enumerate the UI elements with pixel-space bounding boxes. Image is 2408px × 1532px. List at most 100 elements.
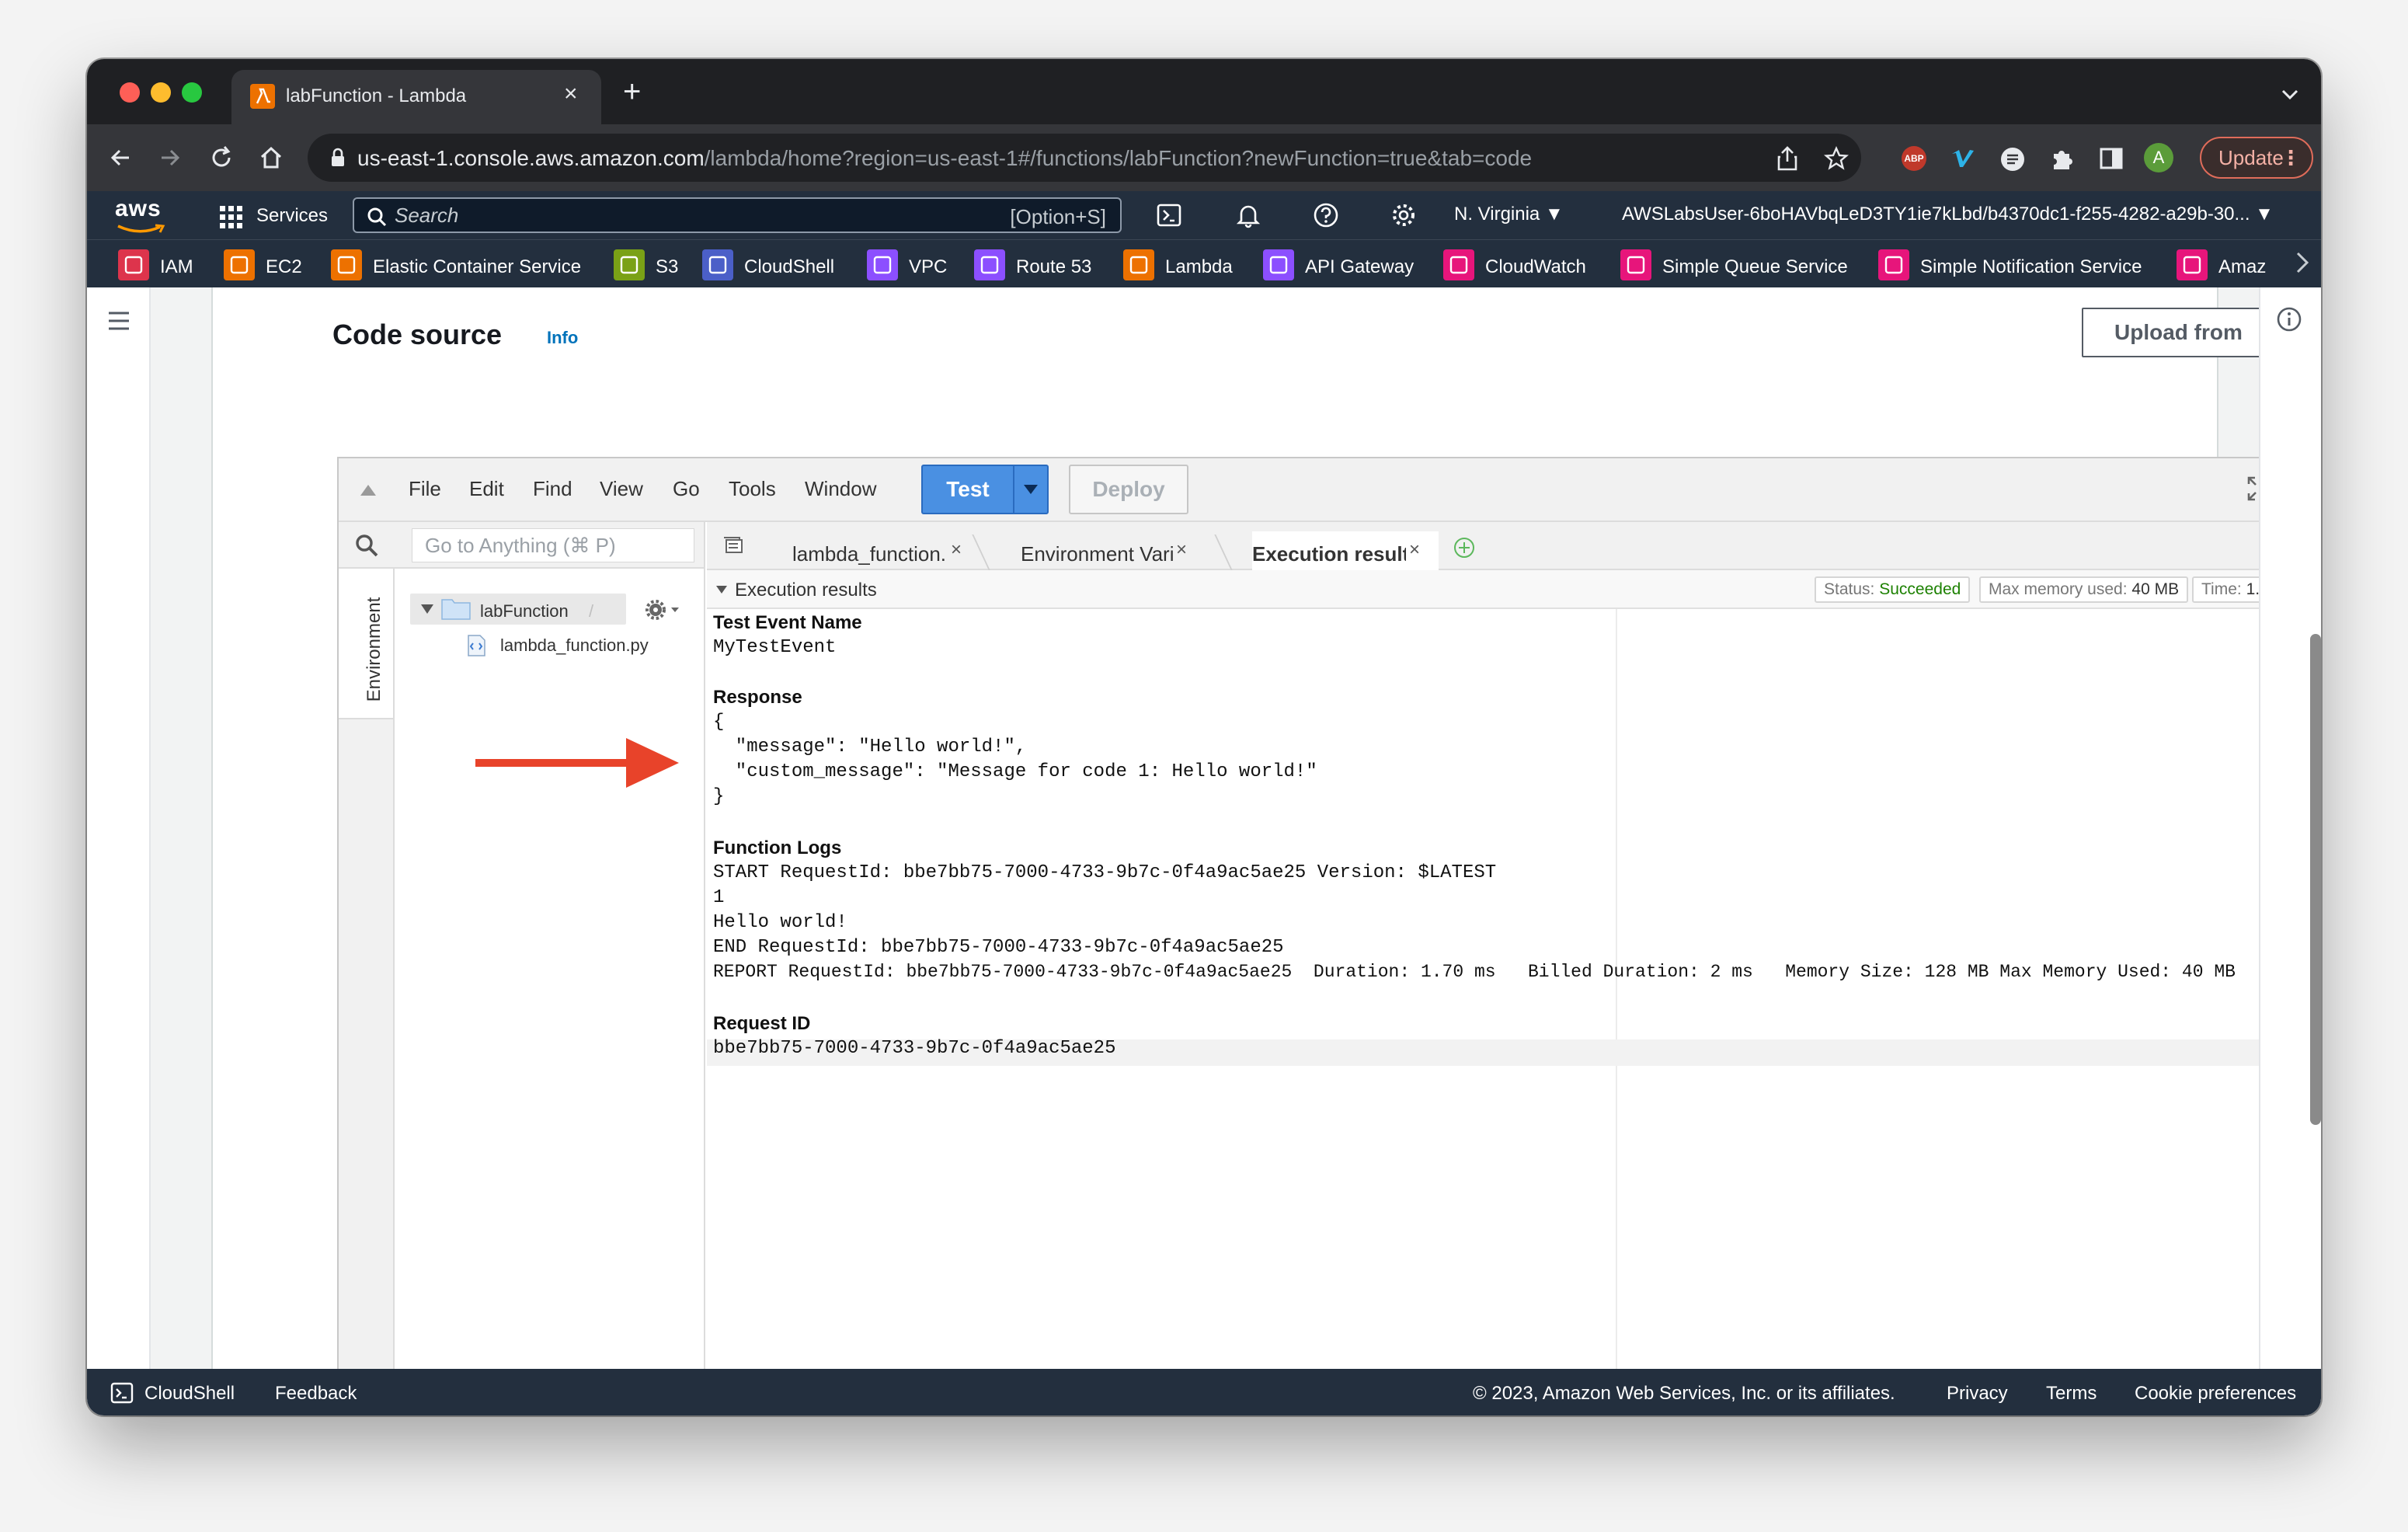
chevron-right-icon[interactable] <box>2295 251 2310 274</box>
lambda-favicon-icon <box>250 84 275 109</box>
menu-go[interactable]: Go <box>673 477 700 501</box>
favorite-label: Simple Notification Service <box>1920 256 2142 277</box>
aws-logo[interactable]: aws <box>115 196 162 222</box>
response-heading: Response <box>713 687 802 708</box>
menu-tools[interactable]: Tools <box>729 477 776 501</box>
address-bar[interactable]: us-east-1.console.aws.amazon.com/lambda/… <box>308 134 1861 182</box>
reload-icon[interactable] <box>208 144 235 171</box>
bell-icon[interactable] <box>1235 202 1261 228</box>
update-button[interactable]: Update ⋮ <box>2200 137 2313 179</box>
response-line: } <box>713 786 725 807</box>
folder-icon <box>441 599 471 620</box>
aws-search-box[interactable]: [Option+S] <box>353 197 1122 233</box>
new-tab-button[interactable]: + <box>623 76 641 107</box>
memory-label: Max memory used: <box>1989 580 2128 598</box>
bookmark-star-icon[interactable] <box>1824 146 1849 171</box>
file-name: lambda_function.py <box>500 635 649 655</box>
editor-tab-execution-results[interactable]: Execution result: × <box>1252 531 1439 570</box>
search-icon[interactable] <box>354 533 379 558</box>
minimize-window-button[interactable] <box>151 82 171 103</box>
chevron-down-icon[interactable] <box>2281 89 2299 101</box>
url-host: us-east-1.console.aws.amazon.com <box>357 146 705 170</box>
log-line: START RequestId: bbe7bb75-7000-4733-9b7c… <box>713 862 1497 883</box>
footer-terms[interactable]: Terms <box>2046 1383 2097 1405</box>
close-tab-icon[interactable]: × <box>1176 539 1187 561</box>
close-window-button[interactable] <box>120 82 140 103</box>
settings-gear-icon[interactable] <box>1390 202 1417 228</box>
environment-tab[interactable]: Environment <box>339 569 395 719</box>
browser-tab-title: labFunction - Lambda <box>286 85 467 106</box>
service-icon <box>1878 249 1909 280</box>
footer-privacy[interactable]: Privacy <box>1947 1383 2008 1405</box>
test-button[interactable]: Test <box>921 465 1014 514</box>
tree-settings-gear-icon[interactable] <box>645 598 680 622</box>
triangle-down-icon[interactable] <box>716 586 727 594</box>
back-arrow-icon[interactable] <box>107 144 134 171</box>
footer-cookie-preferences[interactable]: Cookie preferences <box>2135 1383 2296 1405</box>
deploy-button[interactable]: Deploy <box>1069 465 1188 514</box>
status-value: Succeeded <box>1879 580 1961 598</box>
zoom-window-button[interactable] <box>182 82 202 103</box>
adblock-extension-icon[interactable]: ABP <box>1902 146 1926 171</box>
triangle-down-icon[interactable] <box>421 604 433 614</box>
menu-window[interactable]: Window <box>805 477 876 501</box>
account-menu[interactable]: AWSLabsUser-6boHAVbqLeD3TY1ie7kLbd/b4370… <box>1622 204 2274 225</box>
extensions-puzzle-icon[interactable] <box>2049 146 2076 172</box>
log-line: 1 <box>713 887 725 908</box>
close-tab-icon[interactable]: × <box>1409 539 1420 561</box>
python-file-icon <box>468 635 485 656</box>
home-icon[interactable] <box>258 144 284 171</box>
page-scrollbar-thumb[interactable] <box>2310 634 2321 1125</box>
favorite-label: Amaz <box>2218 256 2267 277</box>
footer-feedback[interactable]: Feedback <box>275 1383 357 1405</box>
service-icon <box>2177 249 2208 280</box>
help-icon[interactable] <box>1313 202 1339 228</box>
favorite-label: API Gateway <box>1305 256 1415 277</box>
browser-tab-active[interactable]: labFunction - Lambda × <box>231 70 601 124</box>
close-tab-icon[interactable]: × <box>951 539 962 561</box>
upload-from-label: Upload from <box>2114 320 2243 344</box>
panel-title: Code source <box>332 319 503 350</box>
footer-cloudshell[interactable]: CloudShell <box>144 1383 235 1405</box>
aws-search-input[interactable] <box>395 204 938 227</box>
cloudshell-icon[interactable] <box>1156 202 1182 228</box>
close-tab-icon[interactable]: × <box>564 82 578 106</box>
red-annotation-arrow <box>475 738 679 788</box>
menu-edit[interactable]: Edit <box>469 477 504 501</box>
favorites-bar: IAM EC2 Elastic Container Service S3 CloudSh… <box>87 239 2321 287</box>
tabs-list-icon[interactable] <box>722 536 746 556</box>
favorite-label: Elastic Container Service <box>373 256 582 277</box>
menu-file[interactable]: File <box>409 477 441 501</box>
menu-find[interactable]: Find <box>533 477 572 501</box>
url-path: /lambda/home?region=us-east-1#/functions… <box>704 146 1533 170</box>
service-icon <box>331 249 362 280</box>
menu-view[interactable]: View <box>600 477 643 501</box>
log-line: Hello world! <box>713 912 847 933</box>
cloudshell-icon[interactable] <box>110 1381 134 1405</box>
vimeo-extension-icon[interactable] <box>1950 146 1976 172</box>
test-dropdown-button[interactable] <box>1013 465 1049 514</box>
add-tab-icon[interactable] <box>1453 536 1476 559</box>
request-id-value[interactable]: bbe7bb75-7000-4733-9b7c-0f4a9ac5ae25 <box>713 1038 1115 1059</box>
hamburger-menu-icon[interactable] <box>107 311 130 331</box>
lock-icon[interactable] <box>329 148 346 168</box>
services-menu[interactable]: Services <box>256 205 328 227</box>
forward-arrow-icon[interactable] <box>157 144 183 171</box>
cloud9-ide: File Edit Find View Go Tools Window Test… <box>337 457 2321 1391</box>
editor-area: lambda_function. × Environment Vari × Ex… <box>707 522 2321 1391</box>
editor-tab-environment-variables[interactable]: Environment Vari × <box>1021 531 1207 570</box>
info-link[interactable]: Info <box>547 328 578 348</box>
goto-anything-input[interactable]: Go to Anything (⌘ P) <box>412 528 694 562</box>
region-selector[interactable]: N. Virginia ▼ <box>1454 204 1564 225</box>
profile-avatar[interactable]: A <box>2144 143 2173 172</box>
collapse-triangle-icon[interactable] <box>360 485 376 496</box>
services-grid-icon[interactable] <box>219 205 244 230</box>
side-navigation-rail <box>87 287 151 1415</box>
editor-tab-lambda-function[interactable]: lambda_function. × <box>792 531 1025 570</box>
readlist-extension-icon[interactable] <box>1999 146 2026 172</box>
info-circle-icon[interactable] <box>2276 306 2302 333</box>
tree-folder-labfunction[interactable]: labFunction / <box>410 594 626 625</box>
share-icon[interactable] <box>1776 146 1799 171</box>
caret-down-icon <box>1024 485 1038 494</box>
side-panel-icon[interactable] <box>2099 146 2124 171</box>
